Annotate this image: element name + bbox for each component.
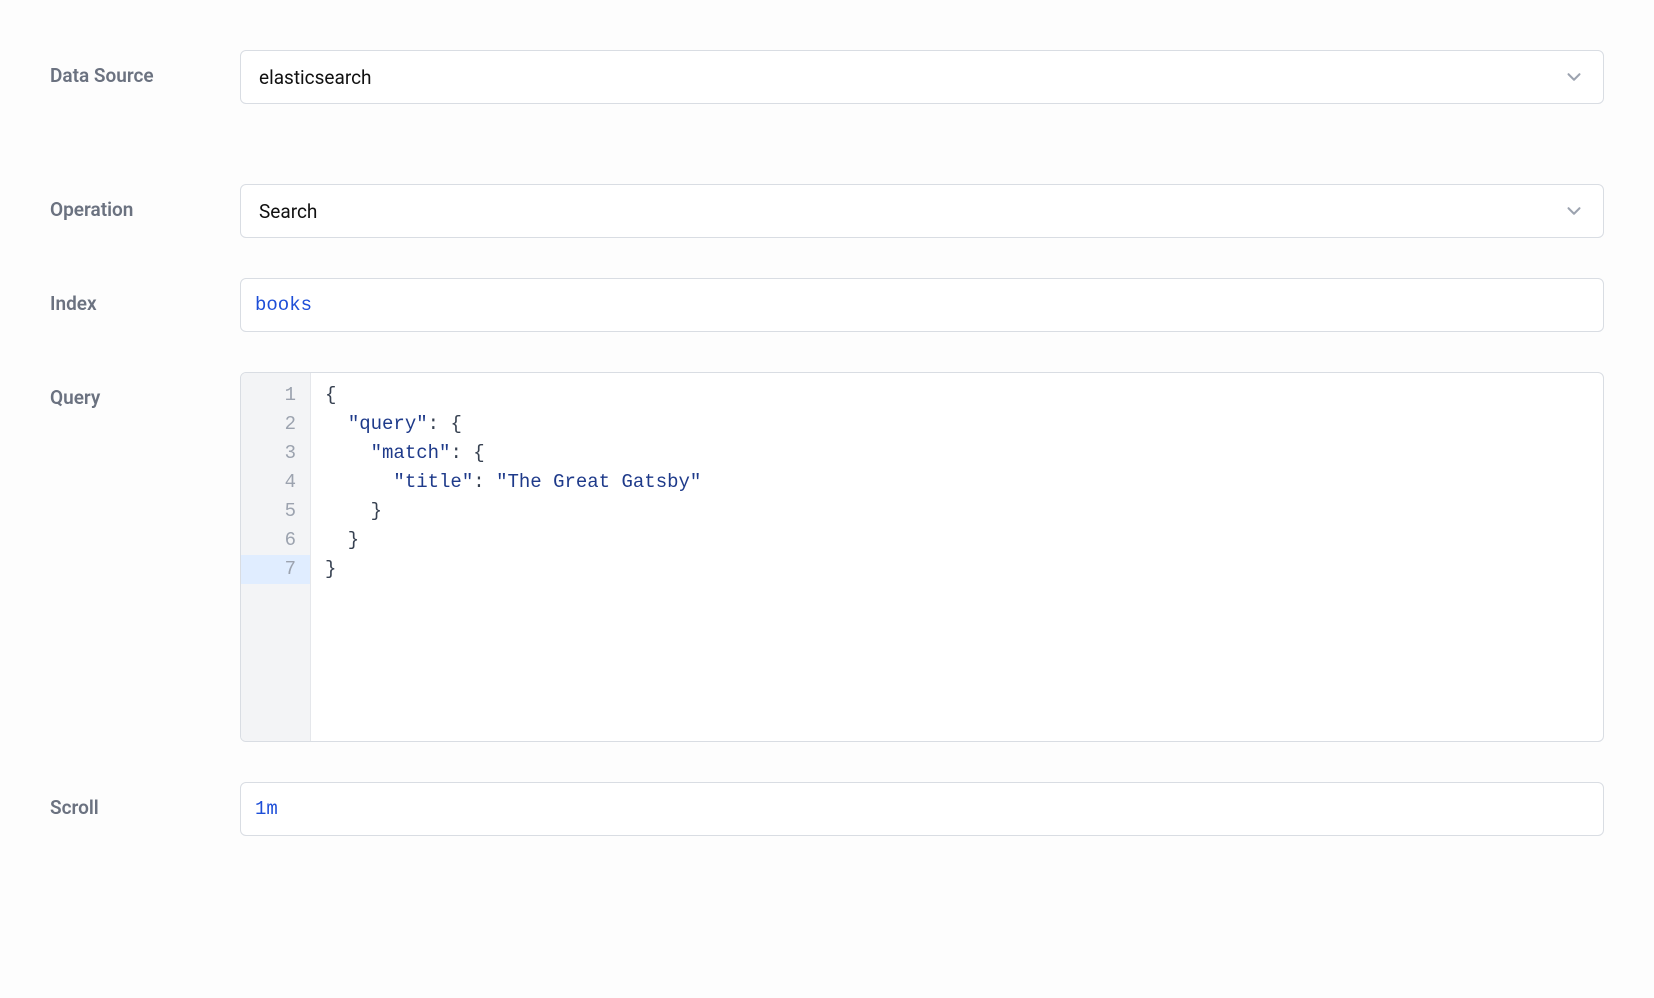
line-number: 4 bbox=[241, 468, 296, 497]
index-input[interactable] bbox=[240, 278, 1604, 332]
form-container: Data Source elasticsearch Operation Sear… bbox=[0, 0, 1654, 926]
editor-gutter: 1234567 bbox=[241, 373, 311, 741]
query-editor[interactable]: 1234567 { "query": { "match": { "title":… bbox=[240, 372, 1604, 742]
row-query: Query 1234567 { "query": { "match": { "t… bbox=[50, 372, 1604, 742]
input-col bbox=[240, 782, 1604, 836]
operation-select[interactable]: Search bbox=[240, 184, 1604, 238]
line-number: 3 bbox=[241, 439, 296, 468]
line-number: 5 bbox=[241, 497, 296, 526]
scroll-input[interactable] bbox=[240, 782, 1604, 836]
data-source-select[interactable]: elasticsearch bbox=[240, 50, 1604, 104]
index-label: Index bbox=[50, 292, 97, 315]
line-number: 2 bbox=[241, 410, 296, 439]
line-number: 1 bbox=[241, 381, 296, 410]
editor-code[interactable]: { "query": { "match": { "title": "The Gr… bbox=[311, 373, 1603, 741]
row-operation: Operation Search bbox=[50, 184, 1604, 238]
query-label: Query bbox=[50, 386, 100, 409]
label-col: Data Source bbox=[50, 50, 240, 87]
operation-value: Search bbox=[259, 200, 317, 223]
chevron-down-icon bbox=[1563, 200, 1585, 222]
label-col: Scroll bbox=[50, 782, 240, 819]
line-number: 7 bbox=[241, 555, 310, 584]
label-col: Index bbox=[50, 278, 240, 315]
data-source-value: elasticsearch bbox=[259, 66, 372, 89]
scroll-label: Scroll bbox=[50, 796, 99, 819]
label-col: Operation bbox=[50, 184, 240, 221]
label-col: Query bbox=[50, 372, 240, 409]
chevron-down-icon bbox=[1563, 66, 1585, 88]
input-col: Search bbox=[240, 184, 1604, 238]
input-col: 1234567 { "query": { "match": { "title":… bbox=[240, 372, 1604, 742]
row-index: Index bbox=[50, 278, 1604, 332]
input-col: elasticsearch bbox=[240, 50, 1604, 104]
data-source-label: Data Source bbox=[50, 64, 154, 87]
row-scroll: Scroll bbox=[50, 782, 1604, 836]
input-col bbox=[240, 278, 1604, 332]
row-data-source: Data Source elasticsearch bbox=[50, 50, 1604, 104]
operation-label: Operation bbox=[50, 198, 133, 221]
line-number: 6 bbox=[241, 526, 296, 555]
